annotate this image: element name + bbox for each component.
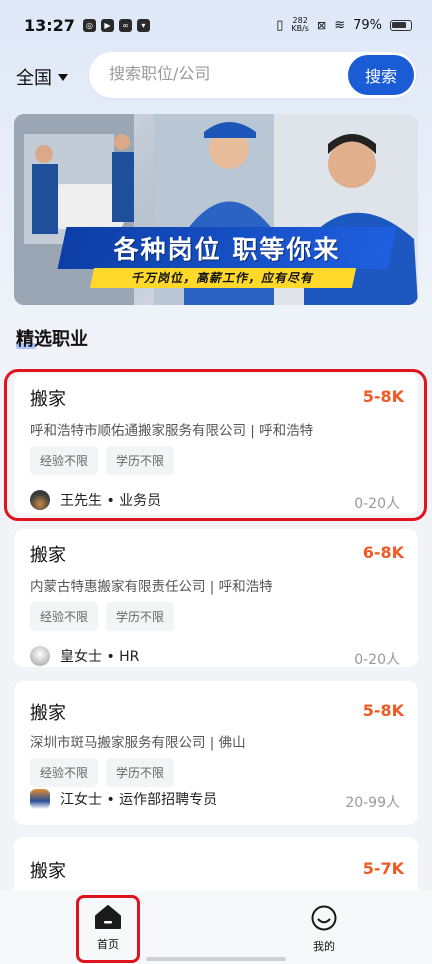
job-card[interactable]: 搬家 5-7K [14,837,418,897]
status-bar: 13:27 ◎ ▶ ∞ ▾ ▯ 282 KB/s ⊠ ≋ 79% [0,0,432,50]
status-time: 13:27 [24,15,75,35]
city-selector[interactable]: 全国 [16,64,68,90]
search-input[interactable] [109,64,329,83]
search-button[interactable]: 搜索 [348,55,414,95]
job-title: 搬家 [30,545,66,566]
battery-icon [390,19,412,31]
banner-subtitle: 千万岗位，高薪工作，应有尽有 [89,268,357,288]
job-tags: 经验不限 学历不限 [30,758,175,787]
net-speed: 282 KB/s [291,17,309,33]
job-salary: 5-7K [362,859,404,878]
nav-mine-label: 我的 [313,940,335,953]
job-company: 深圳市斑马搬家服务有限公司 | 佛山 [30,735,246,751]
tag-experience: 经验不限 [30,758,99,787]
battery-percent: 79% [353,17,382,33]
job-salary: 6-8K [362,543,404,562]
nav-highlight-annotation [76,895,140,963]
nav-mine[interactable]: 我的 [294,904,354,954]
job-title: 搬家 [30,703,66,724]
search-row: 全国 搜索 [0,50,432,100]
company-size: 0-20人 [354,652,400,668]
company-size: 20-99人 [345,795,400,811]
notification-icons: ◎ ▶ ∞ ▾ [82,18,150,32]
tag-education: 学历不限 [106,758,175,787]
tag-education: 学历不限 [106,602,175,631]
recruiter-row: 江女士 • 运作部招聘专员 [30,789,217,809]
home-indicator [146,957,286,961]
bottom-nav: 首页 我的 [0,890,432,964]
promo-banner[interactable]: 各种岗位 职等你来 千万岗位，高薪工作，应有尽有 [14,114,418,305]
search-box: 搜索 [89,52,416,98]
sim-icon: ⊠ [316,18,327,32]
recruiter-info: 江女士 • 运作部招聘专员 [60,792,218,808]
status-right: ▯ 282 KB/s ⊠ ≋ 79% [276,17,412,33]
section-title: 精选职业 [16,329,88,350]
recruiter-row: 皇女士 • HR [30,646,139,666]
city-label: 全国 [16,68,52,89]
avatar [30,646,50,666]
wifi-icon: ≋ [334,17,346,33]
job-title: 搬家 [30,861,66,882]
play-notification-icon: ▶ [100,18,114,32]
caret-down-icon [58,73,68,81]
job-card[interactable]: 搬家 5-8K 深圳市斑马搬家服务有限公司 | 佛山 经验不限 学历不限 江女士… [14,681,418,825]
profile-smile-icon [311,905,337,931]
recruiter-info: 皇女士 • HR [60,649,140,665]
vibrate-icon: ▯ [276,17,284,33]
highlight-annotation [4,369,427,521]
chat-notification-icon: ▾ [136,18,150,32]
banner-title: 各种岗位 职等你来 [113,235,341,264]
link-notification-icon: ∞ [118,18,132,32]
job-card[interactable]: 搬家 6-8K 内蒙古特惠搬家有限责任公司 | 呼和浩特 经验不限 学历不限 皇… [14,529,418,668]
job-tags: 经验不限 学历不限 [30,602,175,631]
job-company: 内蒙古特惠搬家有限责任公司 | 呼和浩特 [30,579,273,595]
net-speed-unit: KB/s [291,24,309,33]
tag-experience: 经验不限 [30,602,99,631]
app-notification-icon: ◎ [82,18,96,32]
job-salary: 5-8K [362,701,404,720]
avatar [30,789,50,809]
